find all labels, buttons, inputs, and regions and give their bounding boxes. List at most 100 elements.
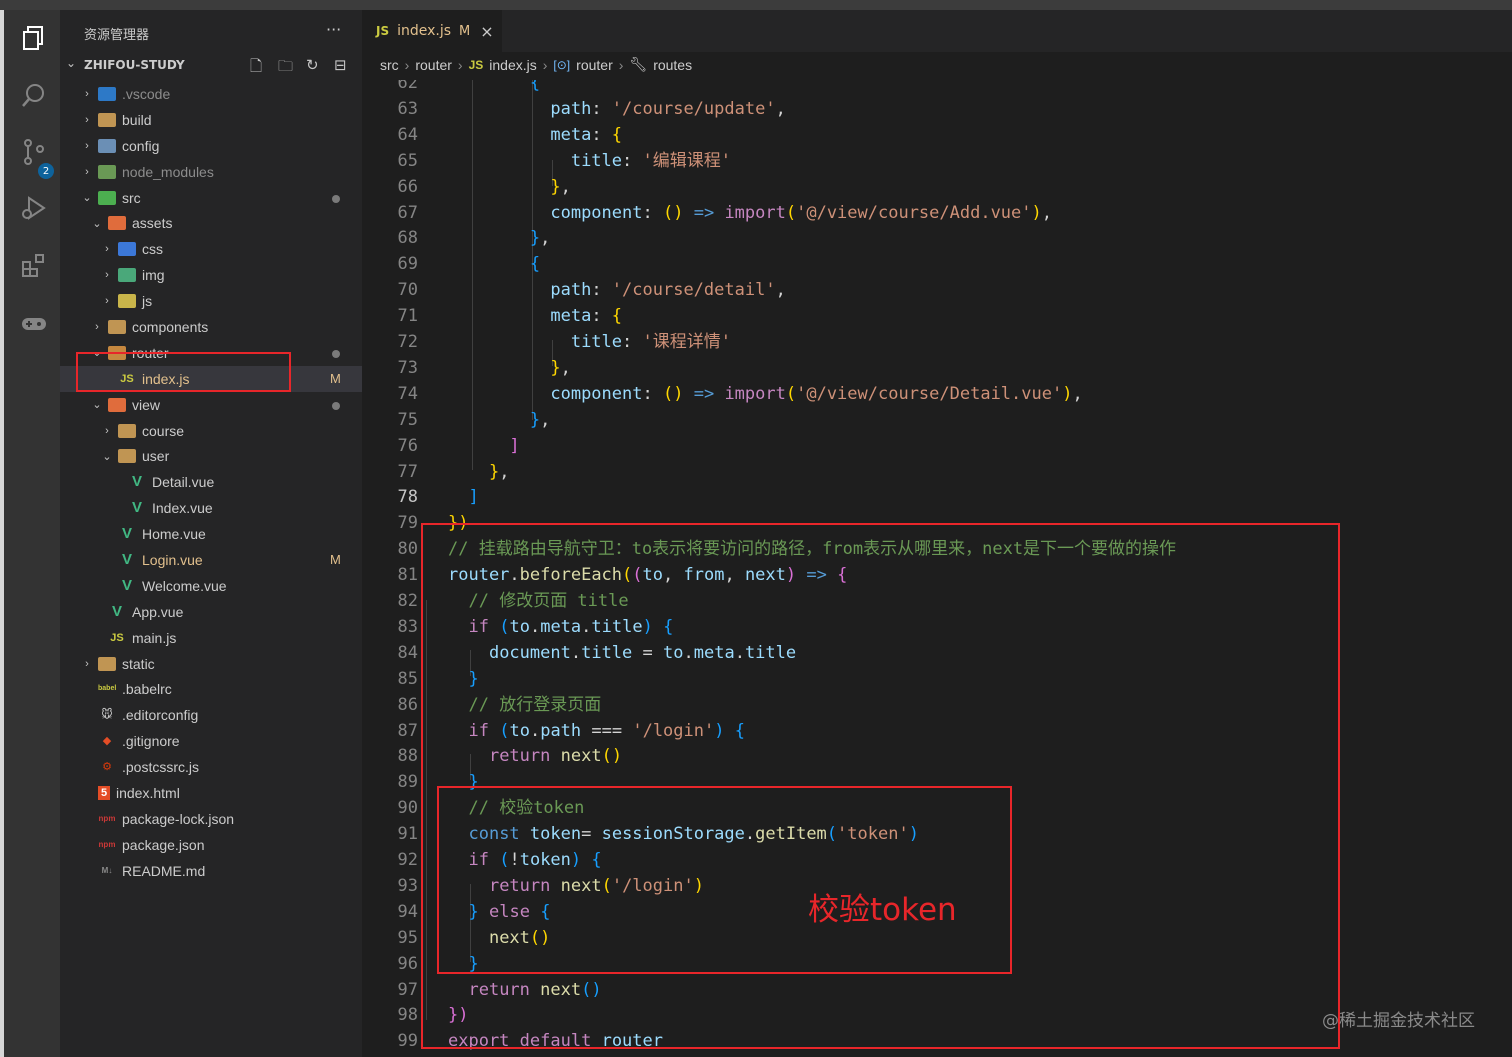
tree-item-user[interactable]: ⌄ user [60, 443, 362, 469]
modified-indicator: M [330, 552, 341, 568]
code-text: }, [488, 461, 510, 482]
code-text: }, [550, 357, 571, 378]
html-file-icon: 5 [98, 785, 110, 800]
breadcrumb-router-symbol[interactable]: router [576, 57, 613, 73]
line-number: 79 [397, 513, 418, 534]
folder-icon [118, 294, 136, 309]
tab-index-js[interactable]: JS index.js M × [362, 10, 502, 52]
folder-icon [98, 138, 116, 153]
chevron-right-icon: › [95, 320, 99, 333]
tree-item-assets[interactable]: ⌄ assets [60, 210, 362, 236]
folder-icon [118, 242, 136, 257]
tree-item-src[interactable]: ⌄ src [60, 185, 362, 211]
tree-item-js[interactable]: › js [60, 288, 362, 314]
postcss-file-icon: ⚙ [102, 761, 112, 774]
refresh-icon[interactable]: ↻ [306, 56, 319, 74]
tree-item-index-html[interactable]: 5 index.html [60, 780, 362, 806]
tree-item-label: src [122, 189, 141, 206]
collapse-all-icon[interactable]: ⊟ [334, 56, 347, 74]
remote-gamepad-icon[interactable] [18, 308, 50, 340]
tree-item-label: index.html [116, 784, 180, 801]
markdown-file-icon: M↓ [101, 865, 113, 875]
tree-item-home-vue[interactable]: V Home.vue [60, 521, 362, 547]
tree-item-css[interactable]: › css [60, 236, 362, 262]
modified-indicator: M [459, 23, 471, 39]
folder-icon [118, 449, 136, 464]
folder-icon [98, 112, 116, 127]
breadcrumb-src[interactable]: src [380, 57, 399, 73]
chevron-down-icon: ⌄ [92, 217, 102, 230]
breadcrumb-routes[interactable]: routes [653, 57, 692, 73]
tree-item-label: .editorconfig [122, 707, 199, 724]
code-text: { [529, 254, 541, 275]
tree-item-label: App.vue [132, 603, 184, 620]
chevron-down-icon: ⌄ [92, 399, 102, 412]
tree-item-vscode[interactable]: › .vscode [60, 81, 362, 107]
explorer-title: 资源管理器 [84, 28, 150, 43]
tree-item-view[interactable]: ⌄ view [60, 392, 362, 418]
tree-item-editorconfig[interactable]: 🐭︎ .editorconfig [60, 702, 362, 728]
project-name: ZHIFOU-STUDY [84, 58, 185, 72]
tree-item-components[interactable]: › components [60, 314, 362, 340]
tree-item-package-lock-json[interactable]: npm package-lock.json [60, 806, 362, 832]
new-file-icon[interactable]: 🗋 [250, 56, 262, 81]
vue-file-icon: V [121, 576, 132, 594]
tree-item-babelrc[interactable]: babel .babelrc [60, 676, 362, 702]
breadcrumb-router-folder[interactable]: router [415, 57, 452, 73]
line-number: 75 [397, 409, 418, 430]
explorer-icon[interactable] [18, 22, 50, 54]
folder-icon [98, 86, 116, 101]
tree-item-config[interactable]: › config [60, 133, 362, 159]
breadcrumb-file[interactable]: index.js [489, 57, 536, 73]
close-icon[interactable]: × [480, 22, 493, 41]
tree-item-course[interactable]: › course [60, 418, 362, 444]
tree-item-postcssrc-js[interactable]: ⚙ .postcssrc.js [60, 754, 362, 780]
tree-item-label: user [142, 448, 170, 465]
tree-item-img[interactable]: › img [60, 262, 362, 288]
tree-item-index-vue[interactable]: V Index.vue [60, 495, 362, 521]
tree-item-detail-vue[interactable]: V Detail.vue [60, 469, 362, 495]
extensions-icon[interactable] [18, 250, 50, 282]
chevron-down-icon: ⌄ [66, 56, 77, 70]
code-line: 62 { [362, 80, 1512, 96]
code-line: 75 }, [362, 407, 1512, 433]
run-debug-icon[interactable] [18, 192, 50, 224]
tree-item-gitignore[interactable]: ◆ .gitignore [60, 728, 362, 754]
chevron-right-icon: › [85, 657, 89, 670]
vue-file-icon: V [121, 525, 132, 543]
tree-item-build[interactable]: › build [60, 107, 362, 133]
code-line: 76 ] [362, 433, 1512, 459]
tree-item-label: static [122, 655, 155, 672]
tree-item-node-modules[interactable]: › node_modules [60, 159, 362, 185]
tree-item-label: Home.vue [142, 526, 206, 543]
chevron-right-icon: › [457, 56, 463, 73]
tree-item-app-vue[interactable]: V App.vue [60, 599, 362, 625]
more-actions-icon[interactable]: ··· [326, 20, 341, 39]
new-folder-icon[interactable]: 🗀 [278, 56, 293, 81]
code-text: { [529, 80, 541, 93]
tree-item-label: README.md [122, 862, 206, 879]
editorconfig-file-icon: 🐭︎ [101, 709, 113, 722]
js-file-icon: JS [376, 24, 390, 38]
tree-item-package-json[interactable]: npm package.json [60, 832, 362, 858]
tree-item-label: components [132, 318, 209, 335]
line-number: 89 [397, 772, 418, 793]
line-number: 78 [397, 487, 418, 508]
search-icon[interactable] [18, 80, 50, 112]
project-header[interactable]: ⌄ ZHIFOU-STUDY 🗋 🗀 ↻ ⊟ [60, 56, 362, 76]
line-number: 83 [397, 616, 418, 637]
tree-item-login-vue[interactable]: V Login.vue M [60, 547, 362, 573]
tree-item-readme-md[interactable]: M↓ README.md [60, 858, 362, 884]
code-text: }, [550, 176, 571, 197]
tree-item-main-js[interactable]: JS main.js [60, 625, 362, 651]
chevron-right-icon: › [542, 56, 548, 73]
tree-item-static[interactable]: › static [60, 651, 362, 677]
npm-file-icon: npm [98, 839, 116, 849]
variable-icon: [⊙] [553, 57, 571, 72]
token-annotation: 校验token [808, 892, 957, 928]
chevron-right-icon: › [404, 56, 410, 73]
tree-item-label: .postcssrc.js [122, 759, 200, 776]
line-number: 66 [397, 176, 418, 197]
tree-item-welcome-vue[interactable]: V Welcome.vue [60, 573, 362, 599]
folder-icon [118, 423, 136, 438]
